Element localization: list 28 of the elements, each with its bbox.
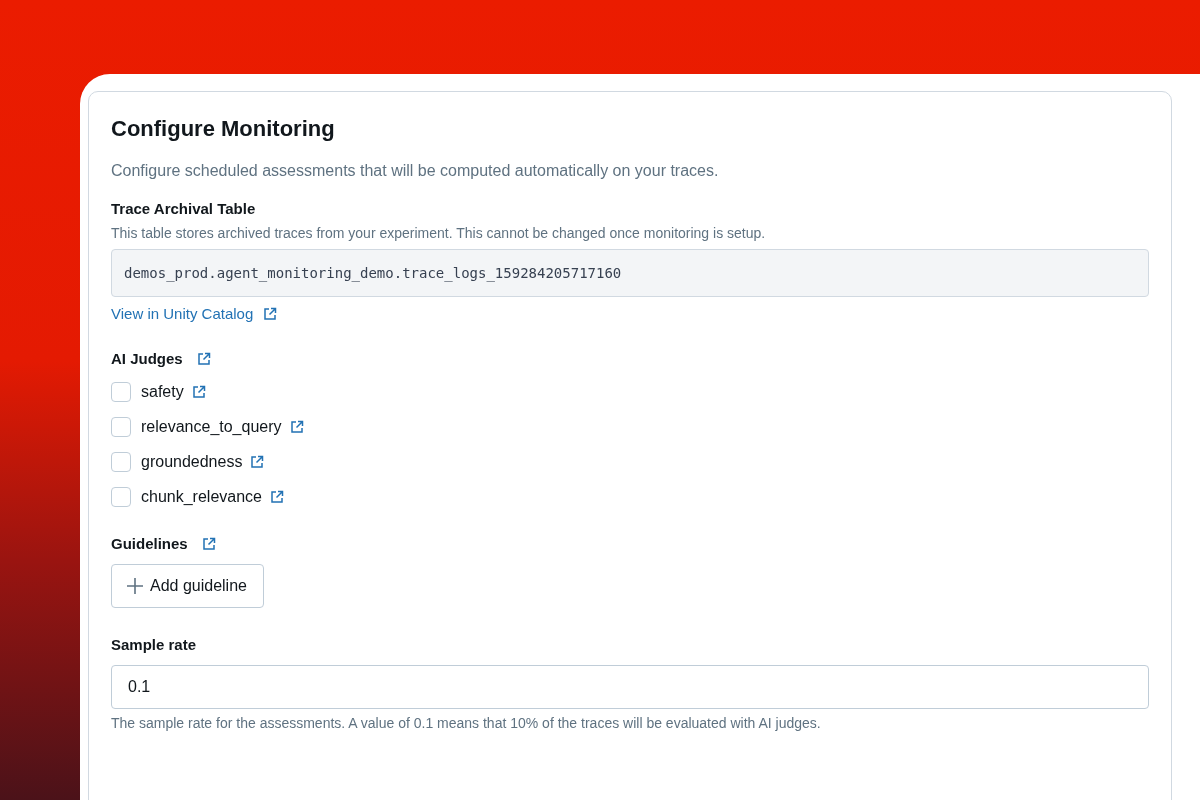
- external-link-icon[interactable]: [250, 455, 265, 469]
- judge-name: groundedness: [141, 453, 243, 471]
- field-label: Sample rate: [111, 636, 198, 653]
- judge-name: chunk_relevance: [141, 488, 262, 506]
- judge-name: relevance_to_query: [141, 418, 282, 436]
- card-title: Configure Monitoring: [111, 116, 336, 142]
- plus-icon: [126, 577, 144, 595]
- section-label: Guidelines: [111, 535, 188, 552]
- field-label: Trace Archival Table: [111, 200, 257, 217]
- card-description: Configure scheduled assessments that will be computed automatically on your traces.: [111, 162, 720, 180]
- external-link-icon[interactable]: [269, 490, 284, 504]
- add-guideline-button[interactable]: Add guideline: [111, 564, 264, 608]
- external-link-icon[interactable]: [191, 385, 206, 399]
- sample-rate-input[interactable]: 0.1: [111, 665, 1149, 709]
- checkbox[interactable]: [111, 452, 131, 472]
- help-text: This table stores archived traces from your experiment. This cannot be changed once monitoring is setup.: [111, 225, 767, 241]
- checkbox[interactable]: [111, 487, 131, 507]
- checkbox[interactable]: [111, 382, 131, 402]
- external-link-icon[interactable]: [201, 536, 216, 551]
- section-label: AI Judges: [111, 350, 183, 367]
- external-link-icon[interactable]: [263, 306, 278, 321]
- catalog-link[interactable]: View in Unity Catalog: [111, 305, 254, 322]
- external-link-icon[interactable]: [289, 420, 304, 434]
- judge-name: safety: [141, 383, 184, 401]
- readonly-field[interactable]: demos_prod.agent_monitoring_demo.trace_logs_159284205717160: [111, 249, 1149, 297]
- checkbox[interactable]: [111, 417, 131, 437]
- external-link-icon[interactable]: [196, 351, 211, 366]
- help-text: The sample rate for the assessments. A value of 0.1 means that 10% of the traces will be evaluated with AI judges.: [111, 715, 822, 731]
